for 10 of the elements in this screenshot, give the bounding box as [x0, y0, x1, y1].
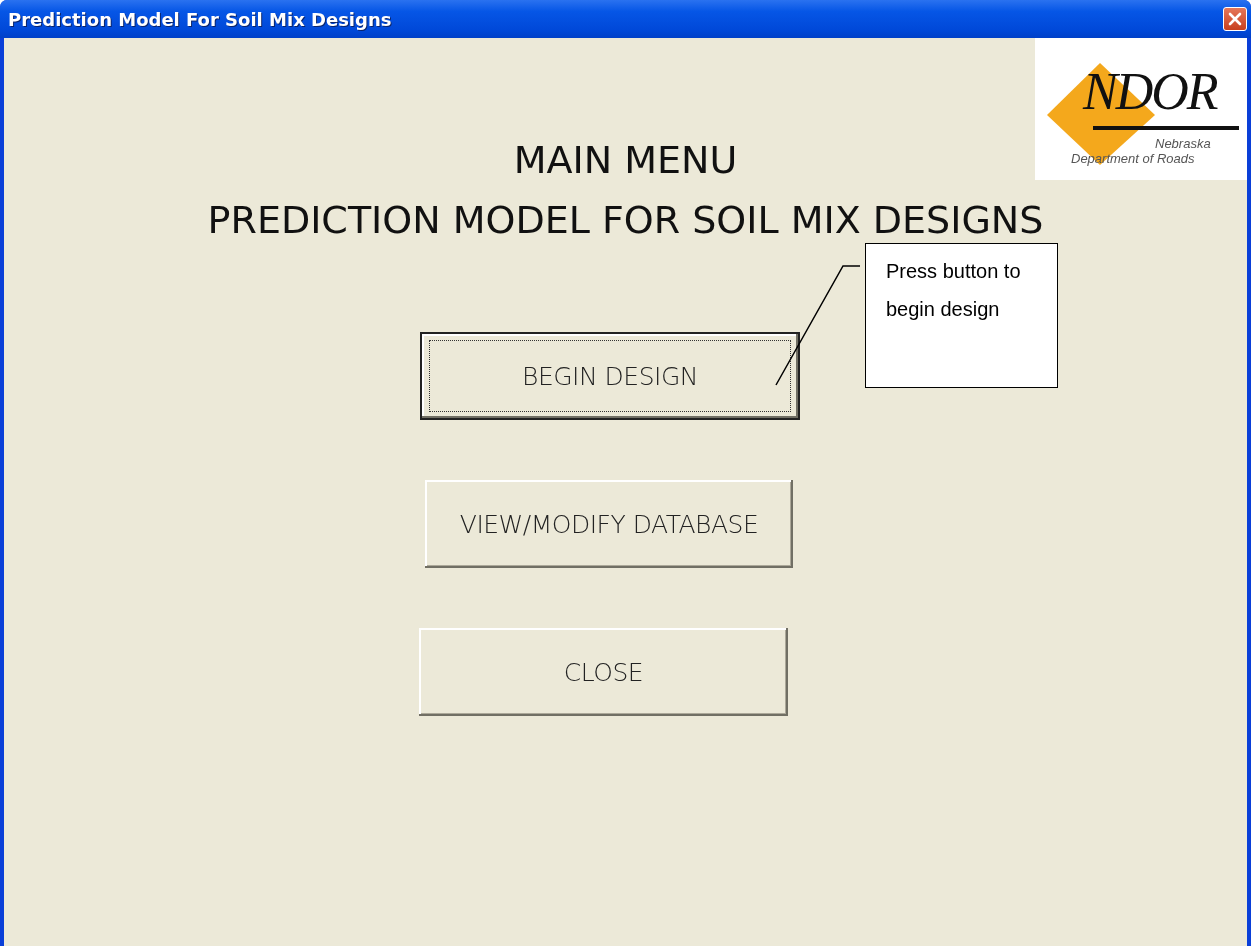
callout-box: Press button to begin design	[865, 243, 1058, 388]
close-button[interactable]	[1223, 7, 1247, 31]
heading: PREDICTION MODEL FOR SOIL MIX DESIGNS	[207, 198, 1044, 242]
window-title: Prediction Model For Soil Mix Designs	[8, 8, 392, 30]
close-icon	[1227, 11, 1243, 27]
menu-button[interactable]: CLOSE	[419, 628, 788, 716]
menu-button[interactable]: VIEW/MODIFY DATABASE	[425, 480, 793, 568]
heading: MAIN MENU	[513, 138, 738, 182]
menu-button[interactable]: BEGIN DESIGN	[420, 332, 800, 420]
logo-text: Nebraska	[1155, 136, 1211, 151]
